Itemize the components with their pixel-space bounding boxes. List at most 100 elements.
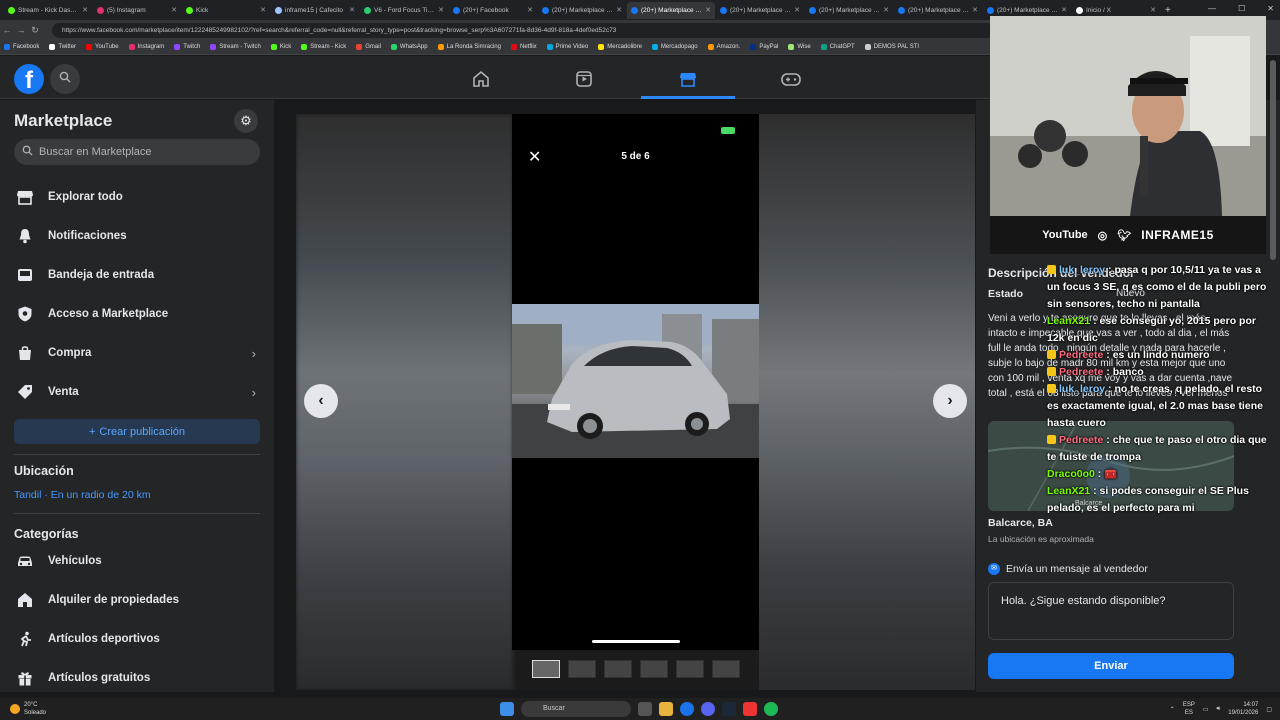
bookmark-item[interactable]: Gmail	[356, 44, 381, 50]
browser-tab[interactable]: (20+) Marketplace - F ✕	[538, 2, 626, 19]
bookmark-icon	[4, 44, 10, 50]
browser-tab[interactable]: (20+) Facebook ✕	[449, 2, 537, 19]
bookmark-item[interactable]: Kick	[270, 44, 291, 50]
category-item[interactable]: Vehículos	[14, 545, 260, 577]
nav-marketplace-icon[interactable]	[641, 64, 735, 99]
forward-icon[interactable]: →	[14, 25, 28, 35]
browser-tab[interactable]: (20+) Marketplace - F ✕	[894, 2, 982, 19]
browser-tab[interactable]: inframe15 | Cafecito ✕	[271, 2, 359, 19]
bookmark-item[interactable]: WhatsApp	[390, 44, 428, 50]
image-thumbnail[interactable]	[676, 660, 704, 678]
spotify-icon[interactable]	[764, 702, 778, 716]
category-item[interactable]: Artículos deportivos	[14, 623, 260, 655]
browser-tab[interactable]: (5) Instagram ✕	[93, 2, 181, 19]
network-icon[interactable]: ▭	[1203, 706, 1209, 713]
next-image-button[interactable]: ›	[933, 384, 967, 418]
image-thumbnail[interactable]	[604, 660, 632, 678]
scrollbar[interactable]	[1270, 60, 1276, 260]
browser-tab[interactable]: Stream - Kick Dashbo ✕	[4, 2, 92, 19]
weather-widget[interactable]: 20°C Soleado	[10, 701, 46, 717]
close-tab-icon[interactable]: ✕	[972, 6, 978, 14]
task-view-icon[interactable]	[638, 702, 652, 716]
nav-video-icon[interactable]	[537, 64, 631, 94]
gear-icon[interactable]: ⚙	[234, 109, 258, 133]
nav-gaming-icon[interactable]	[744, 64, 838, 94]
bookmark-item[interactable]: PayPal	[750, 44, 778, 50]
close-tab-icon[interactable]: ✕	[527, 6, 533, 14]
bookmark-item[interactable]: Twitch	[174, 44, 200, 50]
browser-tab[interactable]: (20+) Marketplace - F ✕	[805, 2, 893, 19]
chevron-up-icon[interactable]: ⌃	[1170, 706, 1175, 713]
bookmark-item[interactable]: YouTube	[86, 44, 119, 50]
bookmark-item[interactable]: Instagram	[128, 44, 164, 50]
discord-icon[interactable]	[701, 702, 715, 716]
taskbar-search[interactable]: Buscar	[521, 701, 631, 717]
search-icon[interactable]	[50, 64, 80, 94]
close-tab-icon[interactable]: ✕	[1061, 6, 1067, 14]
close-tab-icon[interactable]: ✕	[171, 6, 177, 14]
bookmark-item[interactable]: Twitter	[49, 44, 76, 50]
close-tab-icon[interactable]: ✕	[260, 6, 266, 14]
steam-icon[interactable]	[722, 702, 736, 716]
sidebar-item-bandeja[interactable]: Bandeja de entrada	[14, 259, 260, 291]
create-listing-button[interactable]: + Crear publicación	[14, 419, 260, 444]
volume-icon[interactable]: 🔊︎	[1217, 706, 1221, 713]
file-explorer-icon[interactable]	[659, 702, 673, 716]
sidebar-item-venta[interactable]: Venta ›	[14, 376, 260, 408]
close-tab-icon[interactable]: ✕	[82, 6, 88, 14]
close-tab-icon[interactable]: ✕	[349, 6, 355, 14]
sidebar-item-acceso[interactable]: Acceso a Marketplace	[14, 298, 260, 330]
maximize-icon[interactable]: ☐	[1238, 4, 1245, 13]
marketplace-search-input[interactable]: Buscar en Marketplace	[14, 139, 260, 165]
url-field[interactable]: https://www.facebook.com/marketplace/ite…	[52, 22, 1002, 38]
message-input[interactable]: Hola. ¿Sigue estando disponible?	[988, 582, 1234, 640]
close-tab-icon[interactable]: ✕	[883, 6, 889, 14]
bookmark-item[interactable]: DEMOS PAL STI	[864, 44, 919, 50]
bookmark-item[interactable]: Wise	[788, 44, 811, 50]
bookmark-item[interactable]: ChatGPT	[820, 44, 855, 50]
close-tab-icon[interactable]: ✕	[616, 6, 622, 14]
close-tab-icon[interactable]: ✕	[705, 6, 711, 14]
browser-tab[interactable]: (20+) Marketplace - F ✕	[627, 1, 715, 19]
browser-icon[interactable]	[680, 702, 694, 716]
send-button[interactable]: Enviar	[988, 653, 1234, 679]
category-item[interactable]: Alquiler de propiedades	[14, 584, 260, 616]
bookmark-item[interactable]: Amazon.	[707, 44, 740, 50]
app-icon[interactable]	[743, 702, 757, 716]
close-window-icon[interactable]: ✕	[1267, 4, 1274, 13]
image-thumbnail[interactable]	[640, 660, 668, 678]
close-tab-icon[interactable]: ✕	[438, 6, 444, 14]
language-indicator[interactable]: ESP ES	[1183, 701, 1195, 717]
facebook-logo-icon[interactable]: f	[14, 64, 44, 94]
bookmark-item[interactable]: Stream - Twitch	[210, 44, 261, 50]
reload-icon[interactable]: ↻	[28, 25, 42, 36]
image-thumbnail[interactable]	[532, 660, 560, 678]
clock[interactable]: 14:07 19/01/2026	[1228, 701, 1258, 717]
new-tab-icon[interactable]: +	[1165, 5, 1171, 16]
bookmark-item[interactable]: Mercadolibre	[598, 44, 642, 50]
nav-home-icon[interactable]	[434, 64, 528, 94]
browser-tab[interactable]: V6 - Ford Focus Titani ✕	[360, 2, 448, 19]
image-thumbnail[interactable]	[568, 660, 596, 678]
bookmark-item[interactable]: Mercadopago	[651, 44, 698, 50]
bookmark-item[interactable]: Prime Video	[546, 44, 588, 50]
bookmark-item[interactable]: Netflix	[510, 44, 537, 50]
image-thumbnail[interactable]	[712, 660, 740, 678]
bookmark-item[interactable]: Stream - Kick	[301, 44, 346, 50]
browser-tab[interactable]: Kick ✕	[182, 2, 270, 19]
location-filter-link[interactable]: Tandil · En un radio de 20 km	[14, 489, 151, 501]
sidebar-item-explorar[interactable]: Explorar todo	[14, 181, 260, 213]
sidebar-item-compra[interactable]: Compra ›	[14, 337, 260, 369]
bookmark-item[interactable]: La Ronda Simracing	[437, 44, 501, 50]
previous-image-button[interactable]: ‹	[304, 384, 338, 418]
category-item[interactable]: Artículos gratuitos	[14, 662, 260, 694]
close-tab-icon[interactable]: ✕	[794, 6, 800, 14]
notification-icon[interactable]: ▢	[1266, 706, 1272, 713]
windows-start-icon[interactable]	[500, 702, 514, 716]
back-icon[interactable]: ←	[0, 25, 14, 35]
close-tab-icon[interactable]: ✕	[1150, 6, 1156, 14]
sidebar-item-notificaciones[interactable]: Notificaciones	[14, 220, 260, 252]
browser-tab[interactable]: (20+) Marketplace - 2 ✕	[716, 2, 804, 19]
bookmark-item[interactable]: Facebook	[4, 44, 39, 50]
minimize-icon[interactable]: —	[1208, 4, 1216, 13]
